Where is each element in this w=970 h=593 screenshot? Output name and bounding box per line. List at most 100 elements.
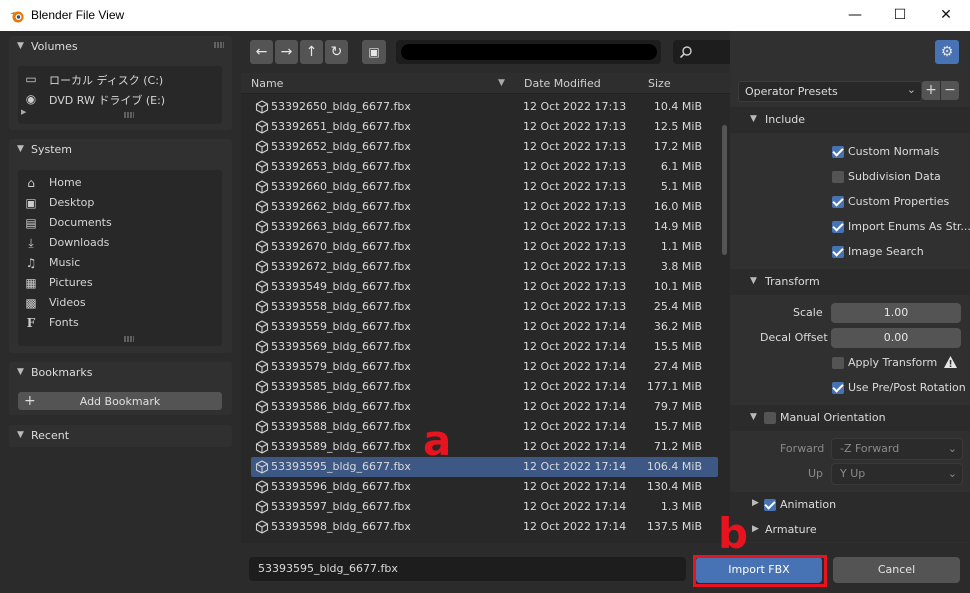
file-row[interactable]: 53393588_bldg_6677.fbx 12 Oct 2022 17:14 1… [251,417,718,437]
system-item-downloads[interactable]: ⤓ Downloads [22,233,218,253]
file-row[interactable]: 53393598_bldg_6677.fbx 12 Oct 2022 17:14 1… [251,517,718,537]
file-row[interactable]: 53392660_bldg_6677.fbx 12 Oct 2022 17:13 5… [251,177,718,197]
settings-toggle-button[interactable]: ⚙ [935,40,959,64]
minimize-button[interactable]: — [832,0,878,31]
file-row[interactable]: 53392653_bldg_6677.fbx 12 Oct 2022 17:13 6… [251,157,718,177]
maximize-button[interactable]: ☐ [877,0,923,31]
subdivision-data-checkbox[interactable] [832,171,844,183]
file-row[interactable]: 53393579_bldg_6677.fbx 12 Oct 2022 17:14 2… [251,357,718,377]
file-row[interactable]: 53393569_bldg_6677.fbx 12 Oct 2022 17:14 1… [251,337,718,357]
recent-label: Recent [31,429,70,442]
plus-icon: + [925,82,937,98]
column-header-date[interactable]: Date Modified [524,77,601,90]
file-size: 15.7 MiB [653,420,702,433]
expand-arrow-icon[interactable]: ▶ [21,108,26,116]
file-name: 53392652_bldg_6677.fbx [271,140,411,153]
add-bookmark-button[interactable]: + Add Bookmark [18,392,222,410]
system-label: System [31,143,73,156]
forward-button[interactable]: → [275,40,298,64]
file-size: 1.1 MiB [660,240,702,253]
file-row[interactable]: 53392651_bldg_6677.fbx 12 Oct 2022 17:13 1… [251,117,718,137]
system-item-desktop[interactable]: ▣ Desktop [22,193,218,213]
add-preset-button[interactable]: + [922,81,940,100]
file-row[interactable]: 53392650_bldg_6677.fbx 12 Oct 2022 17:13 1… [251,97,718,117]
drag-handle-icon[interactable] [214,42,224,48]
sort-arrow-icon[interactable]: ▼ [498,78,505,88]
file-row[interactable]: 53393589_bldg_6677.fbx 12 Oct 2022 17:14 7… [251,437,718,457]
system-item-documents[interactable]: ▤ Documents [22,213,218,233]
resize-handle-icon[interactable] [124,112,134,118]
manual-orientation-checkbox[interactable] [764,412,776,424]
scale-field[interactable]: 1.00 [831,303,961,323]
system-header[interactable]: ▼ System [9,139,232,161]
image-search-checkbox[interactable] [832,246,844,258]
parent-directory-button[interactable]: ↑ [300,40,323,64]
system-item-fonts[interactable]: F Fonts [22,313,218,333]
back-button[interactable]: ← [250,40,273,64]
column-header-size[interactable]: Size [648,77,671,90]
image-search-label: Image Search [848,245,924,258]
include-section[interactable]: ▼ Include [730,107,970,133]
close-button[interactable]: ✕ [923,0,969,31]
system-item-music[interactable]: ♫ Music [22,253,218,273]
chevron-right-icon: ▶ [752,498,759,508]
cancel-button[interactable]: Cancel [833,557,960,583]
up-dropdown[interactable]: Y Up ⌄ [831,463,963,485]
remove-preset-button[interactable]: − [941,81,959,100]
animation-checkbox[interactable] [764,499,776,511]
transform-section[interactable]: ▼ Transform [730,269,970,295]
blender-logo-icon [10,11,24,23]
volume-item-c[interactable]: ▭ ローカル ディスク (C:) [22,69,218,89]
volumes-header[interactable]: ▼ Volumes [9,36,232,58]
file-row[interactable]: 53392672_bldg_6677.fbx 12 Oct 2022 17:13 3… [251,257,718,277]
decal-offset-field[interactable]: 0.00 [831,328,961,348]
file-row[interactable]: 53393585_bldg_6677.fbx 12 Oct 2022 17:14 1… [251,377,718,397]
file-size: 6.1 MiB [660,160,702,173]
file-row[interactable]: 53392670_bldg_6677.fbx 12 Oct 2022 17:13 1… [251,237,718,257]
file-cube-icon [255,500,269,514]
system-item-home[interactable]: ⌂ Home [22,173,218,193]
custom-properties-checkbox[interactable] [832,196,844,208]
file-name: 53393595_bldg_6677.fbx [271,460,411,473]
apply-transform-checkbox[interactable] [832,357,844,369]
file-row[interactable]: 53393549_bldg_6677.fbx 12 Oct 2022 17:13 1… [251,277,718,297]
filename-field[interactable]: 53393595_bldg_6677.fbx [249,557,686,581]
volume-item-e[interactable]: ◉ DVD RW ドライブ (E:) [22,89,218,109]
custom-normals-checkbox[interactable] [832,146,844,158]
system-panel: ▼ System ⌂ Home ▣ Desktop ▤ Documents ⤓ Down… [9,139,232,353]
manual-orientation-section[interactable]: ▼ Manual Orientation [730,405,970,431]
operator-presets-dropdown[interactable]: Operator Presets ⌄ [738,81,922,102]
bookmarks-header[interactable]: ▼ Bookmarks [9,362,232,384]
file-row[interactable]: 53393559_bldg_6677.fbx 12 Oct 2022 17:14 3… [251,317,718,337]
file-row[interactable]: 53393586_bldg_6677.fbx 12 Oct 2022 17:14 7… [251,397,718,417]
import-enums-checkbox[interactable] [832,221,844,233]
file-size: 27.4 MiB [653,360,702,373]
file-size: 10.4 MiB [653,100,702,113]
directory-path-field[interactable] [396,40,661,64]
file-row[interactable]: 53393595_bldg_6677.fbx 12 Oct 2022 17:14 1… [251,457,718,477]
resize-handle-icon[interactable] [124,336,134,342]
file-size: 1.3 MiB [660,500,702,513]
scrollbar[interactable] [722,125,727,255]
armature-section[interactable]: ▶ Armature [730,518,970,542]
file-row[interactable]: 53393558_bldg_6677.fbx 12 Oct 2022 17:13 2… [251,297,718,317]
forward-dropdown[interactable]: -Z Forward ⌄ [831,438,963,460]
file-row[interactable]: 53392652_bldg_6677.fbx 12 Oct 2022 17:13 1… [251,137,718,157]
downloads-icon: ⤓ [28,236,34,250]
use-prepost-rotation-checkbox[interactable] [832,382,844,394]
file-row[interactable]: 53393596_bldg_6677.fbx 12 Oct 2022 17:14 1… [251,477,718,497]
system-item-videos[interactable]: ▩ Videos [22,293,218,313]
recent-header[interactable]: ▼ Recent [9,425,232,447]
column-header-name[interactable]: Name [251,77,283,90]
system-item-pictures[interactable]: ▦ Pictures [22,273,218,293]
chevron-down-icon: ▼ [17,144,24,154]
refresh-button[interactable]: ↻ [325,40,348,64]
file-cube-icon [255,160,269,174]
file-row[interactable]: 53392662_bldg_6677.fbx 12 Oct 2022 17:13 1… [251,197,718,217]
drive-icon: ▭ [25,72,37,86]
system-item-label: Videos [49,296,86,309]
file-row[interactable]: 53393597_bldg_6677.fbx 12 Oct 2022 17:14 1… [251,497,718,517]
file-row[interactable]: 53392663_bldg_6677.fbx 12 Oct 2022 17:13 1… [251,217,718,237]
animation-section[interactable]: ▶ Animation [730,492,970,518]
new-folder-button[interactable]: ▣ [362,40,386,64]
